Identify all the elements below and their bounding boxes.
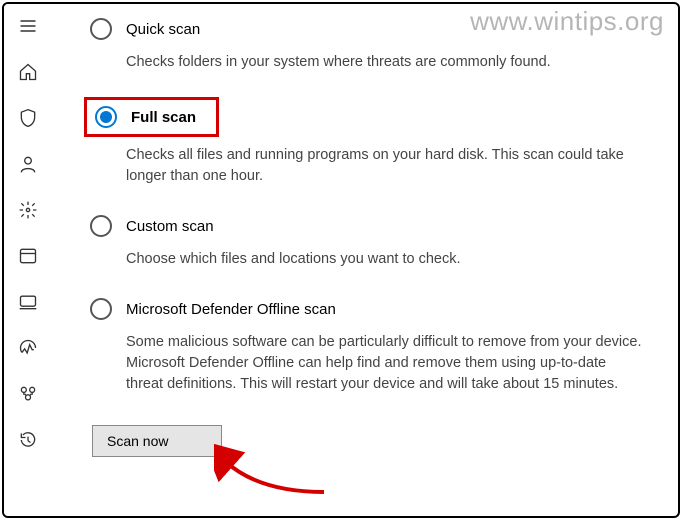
option-description: Choose which files and locations you wan…: [126, 249, 644, 270]
option-full-scan: Full scan Checks all files and running p…: [84, 97, 644, 187]
firewall-icon[interactable]: [16, 198, 40, 222]
performance-icon[interactable]: [16, 336, 40, 360]
highlight-box: Full scan: [84, 97, 219, 137]
sidebar-nav: [4, 4, 52, 516]
option-offline-scan: Microsoft Defender Offline scan Some mal…: [84, 294, 644, 395]
radio-indicator: [90, 18, 112, 40]
radio-indicator-selected: [95, 106, 117, 128]
option-title: Quick scan: [126, 21, 200, 38]
radio-custom-scan[interactable]: Custom scan: [84, 211, 644, 241]
option-custom-scan: Custom scan Choose which files and locat…: [84, 211, 644, 270]
window-frame: Quick scan Checks folders in your system…: [2, 2, 680, 518]
radio-offline-scan[interactable]: Microsoft Defender Offline scan: [84, 294, 644, 324]
family-icon[interactable]: [16, 382, 40, 406]
shield-icon[interactable]: [16, 106, 40, 130]
option-title: Microsoft Defender Offline scan: [126, 301, 336, 318]
app-browser-icon[interactable]: [16, 244, 40, 268]
option-description: Some malicious software can be particula…: [126, 332, 644, 395]
home-icon[interactable]: [16, 60, 40, 84]
option-description: Checks folders in your system where thre…: [126, 52, 644, 73]
account-icon[interactable]: [16, 152, 40, 176]
history-icon[interactable]: [16, 428, 40, 452]
radio-indicator: [90, 215, 112, 237]
scan-options-panel: Quick scan Checks folders in your system…: [64, 14, 658, 506]
menu-icon[interactable]: [16, 14, 40, 38]
watermark-text: www.wintips.org: [470, 6, 664, 37]
option-description: Checks all files and running programs on…: [126, 145, 644, 187]
device-icon[interactable]: [16, 290, 40, 314]
option-title: Custom scan: [126, 218, 214, 235]
option-title: Full scan: [131, 109, 196, 126]
scan-now-button[interactable]: Scan now: [92, 425, 222, 457]
radio-indicator: [90, 298, 112, 320]
radio-full-scan[interactable]: Full scan: [89, 102, 202, 132]
